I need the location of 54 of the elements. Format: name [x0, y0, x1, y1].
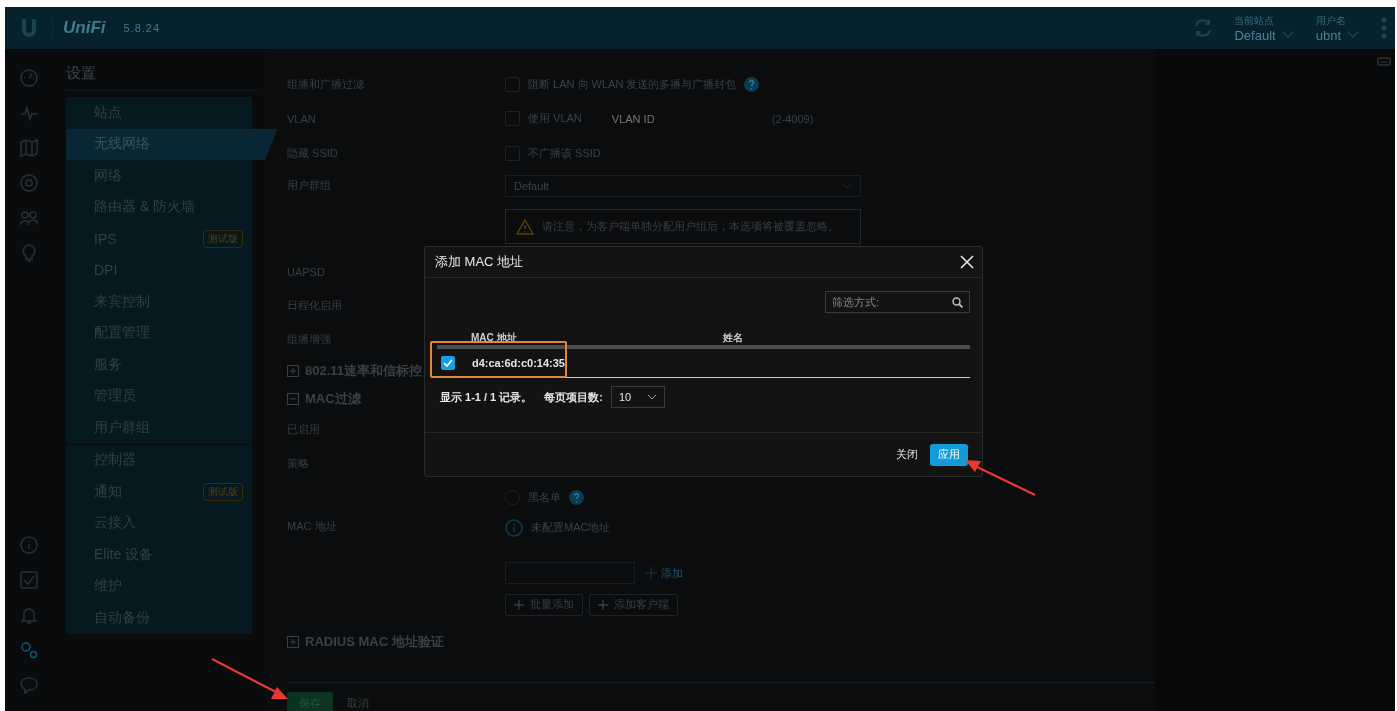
expand-icon[interactable]	[287, 635, 299, 648]
dashboard-icon[interactable]	[19, 69, 38, 87]
site-label: 当前站点	[1234, 13, 1276, 28]
dialog-title: 添加 MAC 地址	[435, 253, 524, 271]
chat-icon[interactable]	[19, 676, 38, 694]
range-hint: (2-4009)	[771, 112, 814, 125]
column-header: 姓名	[723, 331, 743, 345]
apply-button[interactable]: 应用	[930, 443, 968, 466]
close-icon[interactable]	[960, 255, 974, 269]
warning-icon	[516, 218, 534, 235]
help-icon[interactable]	[569, 490, 584, 505]
logo-icon	[19, 17, 38, 39]
collapse-icon[interactable]	[287, 392, 299, 405]
beta-badge: 测试版	[203, 482, 243, 501]
target-icon[interactable]	[19, 174, 38, 192]
expand-icon[interactable]	[287, 364, 299, 377]
user-label: 用户名	[1315, 13, 1347, 28]
plus-icon	[645, 567, 657, 579]
checkbox[interactable]	[441, 356, 455, 370]
help-icon[interactable]	[744, 76, 760, 92]
more-menu-icon[interactable]	[1381, 17, 1387, 39]
add-link[interactable]: 添加	[645, 565, 683, 581]
info-icon[interactable]	[19, 536, 38, 554]
chevron-icon	[842, 182, 852, 189]
page-size-select[interactable]: 10	[610, 386, 665, 408]
checkbox[interactable]	[505, 111, 520, 127]
info-icon	[505, 518, 523, 537]
record-count: 显示 1-1 / 1 记录。	[440, 389, 533, 405]
table-cell: d4:ca:6d:c0:14:35	[472, 357, 565, 369]
chevron-icon	[1347, 31, 1359, 39]
filter-field[interactable]: 筛选方式:	[825, 291, 970, 313]
gears-icon[interactable]	[19, 641, 38, 659]
pulse-icon[interactable]	[19, 104, 38, 122]
beta-badge: 测试版	[203, 229, 243, 248]
plus-icon	[598, 599, 608, 610]
user-dropdown[interactable]: ubnt	[1315, 27, 1359, 43]
clients-icon[interactable]	[19, 209, 38, 227]
version-label: 5.8.24	[123, 22, 161, 34]
user-group-select[interactable]: Default	[505, 174, 861, 197]
product-logo: UniFi	[63, 18, 106, 38]
checkbox[interactable]	[505, 145, 520, 161]
close-link[interactable]: 关闭	[896, 447, 918, 462]
checkmark-icon	[443, 359, 453, 367]
vlan-id-field[interactable]: VLAN ID	[609, 111, 764, 126]
plus-icon	[514, 599, 524, 610]
site-dropdown[interactable]: Default	[1234, 27, 1294, 43]
checkbox[interactable]	[505, 76, 520, 92]
map-icon[interactable]	[19, 139, 38, 157]
search-icon	[952, 297, 963, 308]
checkbox-icon[interactable]	[19, 571, 38, 589]
page-size-label: 每页项目数:	[544, 389, 603, 405]
bell-icon[interactable]	[19, 606, 38, 624]
chevron-icon	[1281, 31, 1294, 39]
chevron-icon	[646, 394, 657, 400]
